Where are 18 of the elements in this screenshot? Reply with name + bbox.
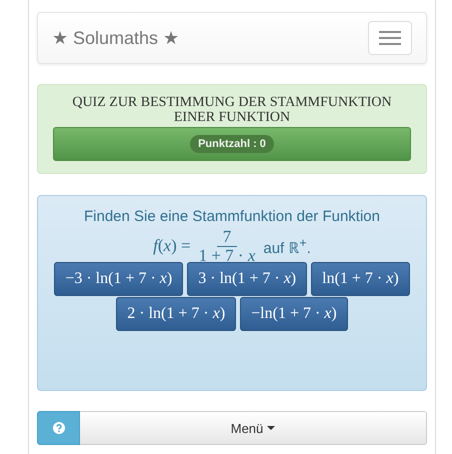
menu-button[interactable] — [368, 21, 412, 55]
fraction: 7 1 + 7 · x — [198, 228, 256, 264]
score-badge: Punktzahl : 0 — [190, 135, 274, 153]
question-text: Finden Sie eine Stammfunktion der Funktion — [83, 208, 381, 225]
answer-button[interactable]: −3 · ln(1 + 7 · x) — [54, 262, 184, 296]
answer-button[interactable]: ln(1 + 7 · x) — [311, 262, 410, 296]
quiz-title: QUIZ ZUR BESTIMMUNG DER STAMMFUNKTION EINER FUNKTION — [71, 95, 393, 125]
menu-icon — [379, 30, 401, 46]
formula-lhs: f(x) = — [153, 236, 191, 256]
answer-button[interactable]: −ln(1 + 7 · x) — [240, 297, 348, 331]
site-brand[interactable]: ★ Solumaths ★ — [52, 27, 180, 49]
answer-button[interactable]: 2 · ln(1 + 7 · x) — [116, 297, 236, 331]
caret-icon — [267, 426, 276, 430]
menu-dropdown-button[interactable]: Menü — [80, 411, 427, 445]
help-button[interactable] — [37, 411, 80, 445]
answer-button[interactable]: 3 · ln(1 + 7 · x) — [187, 262, 308, 296]
help-icon — [52, 422, 64, 434]
domain-text: auf ℝ$^{+}$. — [263, 236, 311, 256]
